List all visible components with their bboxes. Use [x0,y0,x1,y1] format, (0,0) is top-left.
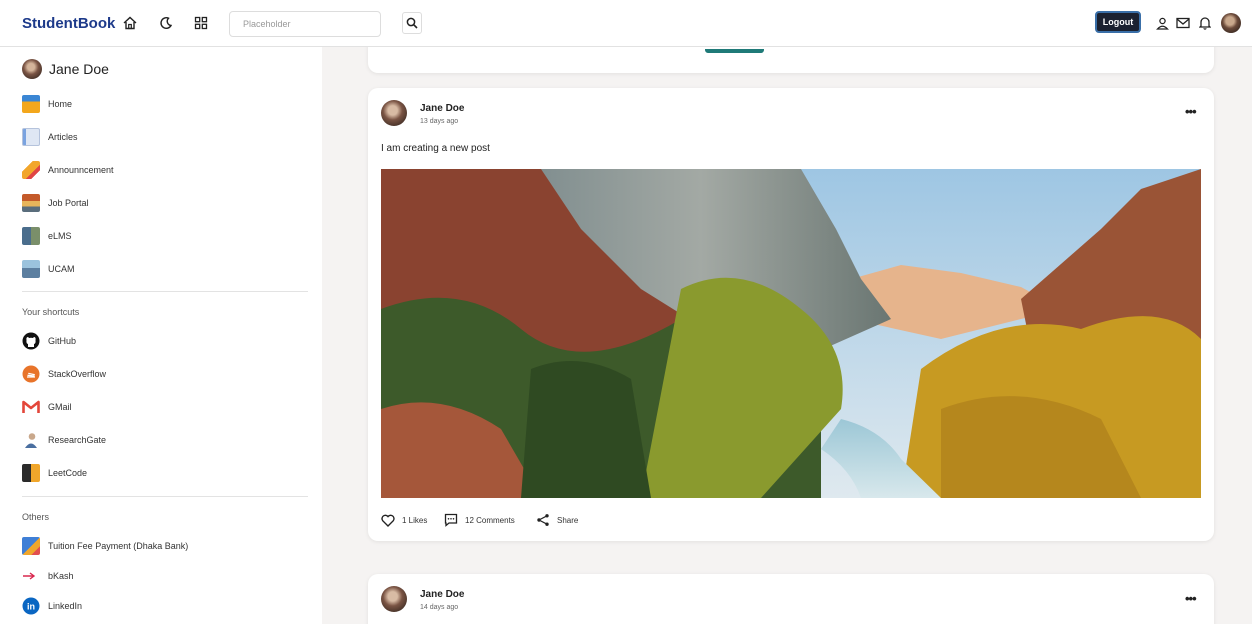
sidebar-item-home[interactable]: Home [22,94,72,114]
ucam-icon [22,260,40,278]
sidebar-item-job-portal[interactable]: Job Portal [22,193,89,213]
comment-icon [444,513,458,527]
like-button[interactable]: 1 Likes [381,514,427,527]
sidebar-item-elms[interactable]: eLMS [22,226,72,246]
sidebar-item-bkash[interactable]: bKash [22,566,74,586]
sidebar-item-github[interactable]: GitHub [22,331,76,351]
gmail-icon [22,400,40,413]
sidebar-item-ucam[interactable]: UCAM [22,259,75,279]
logout-button[interactable]: Logout [1095,11,1141,33]
bell-icon[interactable] [1196,14,1214,32]
left-sidebar: Jane Doe Home Articles Announncement Job… [0,47,322,624]
sidebar-divider [22,496,308,497]
likes-count: 1 Likes [402,516,428,525]
home-icon [22,95,40,113]
comments-count: 12 Comments [465,515,515,525]
job-portal-icon [22,194,40,212]
sidebar-user-profile[interactable]: Jane Doe [22,59,109,79]
linkedin-icon: in [22,597,40,615]
github-icon [22,332,40,350]
post-author[interactable]: Jane Doe [420,103,464,114]
previous-post-button[interactable] [705,49,764,53]
articles-icon [22,128,40,146]
post-text: I am creating a new post [381,143,490,154]
search-button[interactable] [402,12,422,34]
heart-icon [381,514,395,527]
dark-mode-icon[interactable] [157,14,175,32]
sidebar-item-stackoverflow[interactable]: StackOverflow [22,364,106,384]
more-options-icon[interactable]: ••• [1185,591,1197,606]
elms-icon [22,227,40,245]
share-label: Share [557,515,579,525]
others-heading: Others [22,512,50,522]
post-image[interactable] [381,169,1201,498]
researchgate-icon [25,433,37,448]
avatar [22,59,42,79]
stackoverflow-icon [22,365,40,383]
megaphone-icon [22,161,40,179]
leetcode-icon [22,464,40,482]
user-avatar[interactable] [1221,13,1241,33]
post-card: Jane Doe 14 days ago ••• [368,574,1214,624]
mail-icon[interactable] [1174,14,1192,32]
more-options-icon[interactable]: ••• [1185,104,1197,119]
home-icon[interactable] [121,14,139,32]
payment-icon [22,537,40,555]
sidebar-item-tuition-fee[interactable]: Tuition Fee Payment (Dhaka Bank) [22,536,188,556]
post-card: Jane Doe 13 days ago ••• I am creating a… [368,88,1214,541]
svg-text:in: in [27,602,35,612]
search-icon [406,17,418,29]
post-author[interactable]: Jane Doe [420,589,464,600]
avatar[interactable] [381,586,407,612]
search-input[interactable] [229,11,381,37]
share-icon [537,514,549,526]
sidebar-divider [22,291,308,292]
comment-button[interactable]: 12 Comments [444,513,515,527]
top-navbar: StudentBook Logout [0,0,1252,47]
sidebar-item-announcement[interactable]: Announncement [22,160,114,180]
share-button[interactable]: Share [536,513,578,527]
post-time: 13 days ago [420,118,459,125]
bkash-icon [23,572,36,580]
post-time: 14 days ago [420,604,459,611]
apps-grid-icon[interactable] [192,14,210,32]
user-name: Jane Doe [49,61,109,77]
sidebar-item-researchgate[interactable]: ResearchGate [22,430,106,450]
app-logo[interactable]: StudentBook [22,15,115,32]
sidebar-item-gmail[interactable]: GMail [22,397,72,417]
profile-icon[interactable] [1153,14,1171,32]
sidebar-item-linkedin[interactable]: in LinkedIn [22,596,82,616]
sidebar-item-leetcode[interactable]: LeetCode [22,463,87,483]
shortcuts-heading: Your shortcuts [22,307,80,317]
avatar[interactable] [381,100,407,126]
sidebar-item-articles[interactable]: Articles [22,127,78,147]
